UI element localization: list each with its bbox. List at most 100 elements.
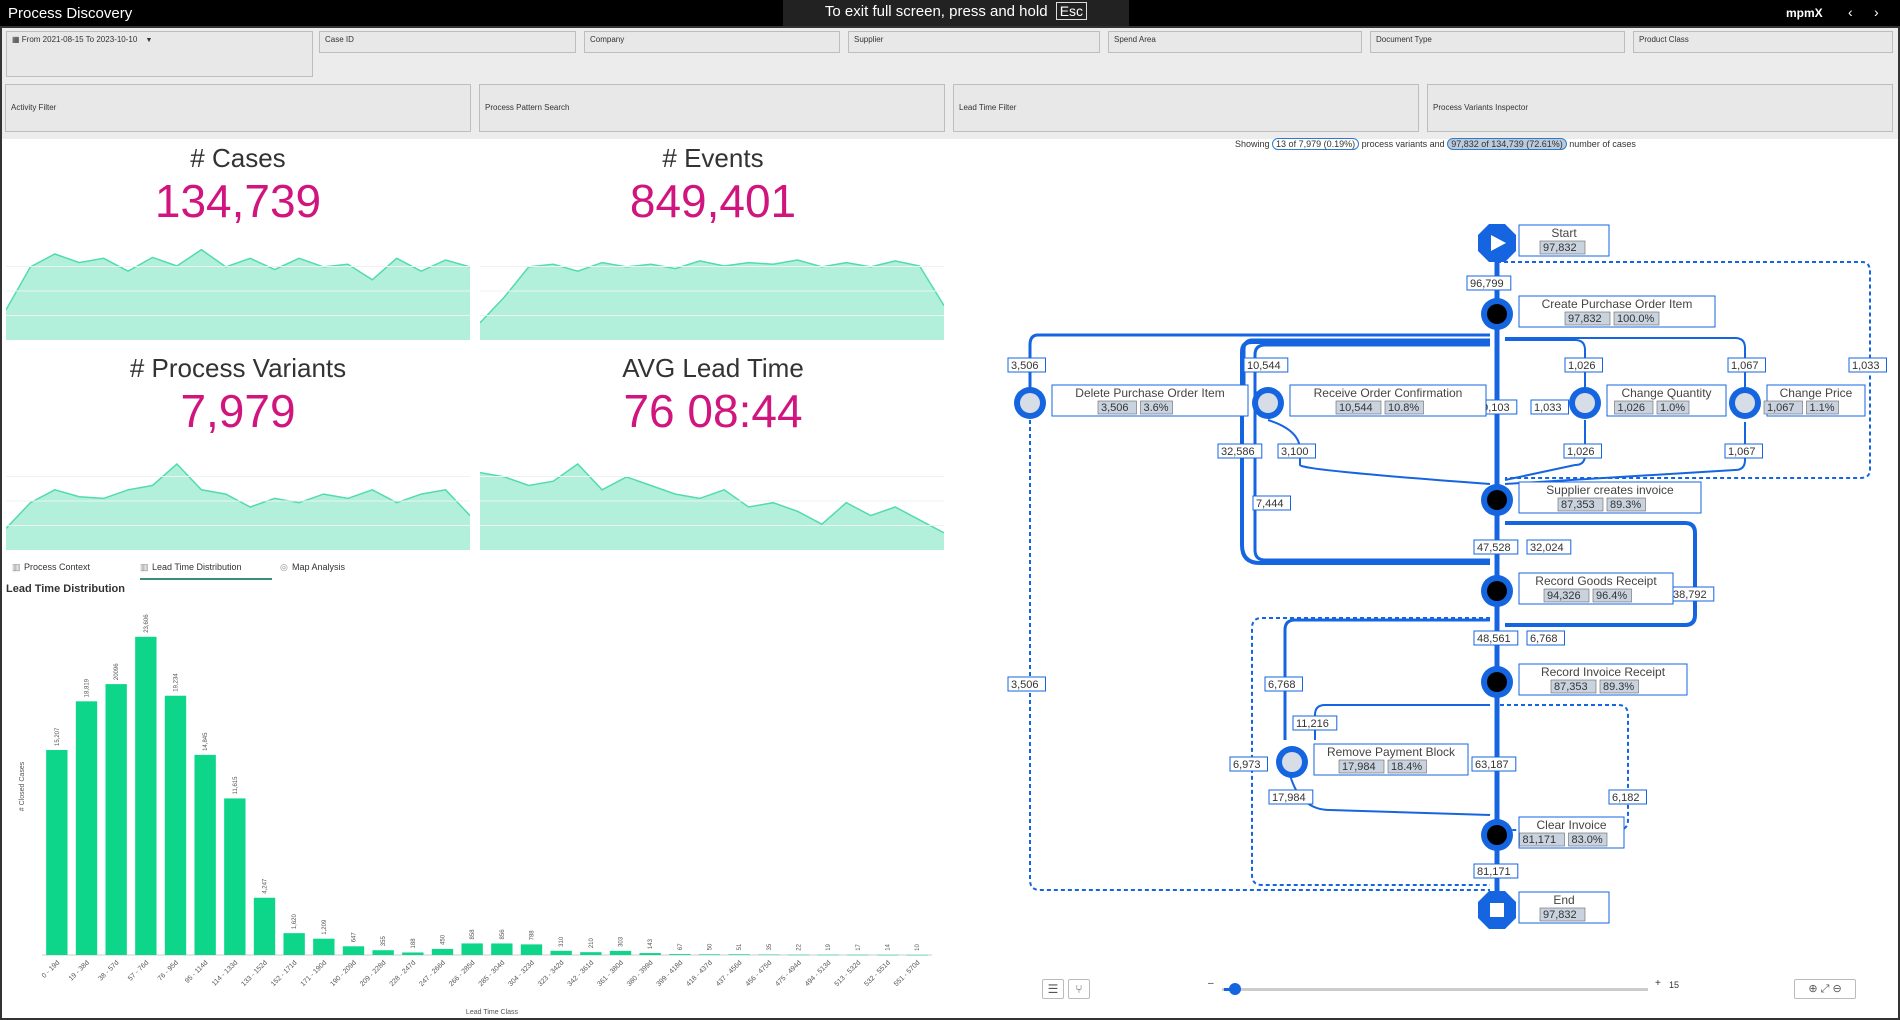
bar-value-label: 143 <box>648 938 654 949</box>
calendar-icon: ▦ <box>12 35 20 44</box>
bar-value-label: 50 <box>708 943 714 950</box>
node-metric: 97,832 <box>1543 909 1577 921</box>
bar-value-label: 19,234 <box>174 673 180 692</box>
node-name: End <box>1553 893 1574 907</box>
variant-slider-track[interactable] <box>1222 988 1648 991</box>
process-pattern-search-panel[interactable]: Process Pattern Search <box>479 84 945 132</box>
kpi-avg-lead-time: AVG Lead Time 76 08:44 <box>478 353 948 438</box>
edge-count-label: 6,768 <box>1268 679 1296 691</box>
edge-count-label: 38,792 <box>1673 589 1707 601</box>
zoom-out-icon[interactable]: ⊖ <box>1832 983 1841 995</box>
slider-plus[interactable]: + <box>1655 978 1661 989</box>
node-metric: 18.4% <box>1391 761 1422 773</box>
process-node: Record Goods Receipt 94,326 96.4% <box>1481 572 1674 607</box>
bar-value-label: 647 <box>352 932 358 943</box>
activity-filter-panel[interactable]: Activity Filter <box>5 84 471 132</box>
node-name: Record Invoice Receipt <box>1541 665 1666 679</box>
bar <box>461 943 483 955</box>
variant-slider-handle[interactable] <box>1229 983 1241 995</box>
zoom-in-icon[interactable]: ⊕ <box>1808 983 1817 995</box>
edge-count-label: 17,984 <box>1272 792 1306 804</box>
date-range-filter[interactable]: ▦ From 2021-08-15 To 2023-10-10 ▼ <box>6 31 313 77</box>
filter-document-type[interactable]: Document Type <box>1370 31 1625 53</box>
filter-label: Spend Area <box>1114 35 1156 44</box>
map-view-button[interactable]: ⑂ <box>1068 979 1090 999</box>
edge-count-label: 6,973 <box>1233 759 1261 771</box>
x-tick-label: 171 - 190d <box>300 959 329 988</box>
bar-value-label: 14,845 <box>203 732 209 751</box>
node-name: Supplier creates invoice <box>1546 483 1674 497</box>
x-axis-title: Lead Time Class <box>466 1009 519 1016</box>
node-name: Create Purchase Order Item <box>1542 297 1693 311</box>
node-name: Clear Invoice <box>1536 818 1606 832</box>
sparkline-area <box>480 260 944 340</box>
bar-value-label: 23,606 <box>144 614 150 633</box>
kpi-value: 7,979 <box>180 385 296 437</box>
filter-supplier[interactable]: Supplier <box>848 31 1100 53</box>
tab-lead-time-distribution[interactable]: ▥ Lead Time Distribution <box>140 562 272 580</box>
bar-value-label: 450 <box>441 934 447 945</box>
bar <box>550 950 572 955</box>
bar-value-label: 858 <box>470 929 476 940</box>
variants-pill[interactable]: 13 of 7,979 (0.19%) <box>1272 138 1360 150</box>
nav-next-button[interactable]: › <box>1874 4 1879 20</box>
activity-node-core <box>1735 393 1755 413</box>
bar <box>669 954 691 955</box>
tab-map-analysis[interactable]: ◎ Map Analysis <box>280 562 345 580</box>
lead-time-filter-panel[interactable]: Lead Time Filter <box>953 84 1419 132</box>
y-axis-title: # Closed Cases <box>19 761 26 811</box>
flow-edge <box>1029 420 1490 891</box>
edge-count-label: 3,506 <box>1011 360 1039 372</box>
bar-value-label: 1,620 <box>292 913 298 929</box>
process-node: Record Invoice Receipt 87,353 89.3% <box>1481 663 1688 698</box>
chart-title: Lead Time Distribution <box>6 583 125 595</box>
map-icon: ◎ <box>280 562 288 572</box>
variants-text: process variants and <box>1361 139 1445 149</box>
filter-company[interactable]: Company <box>584 31 840 53</box>
flow-edge <box>1497 261 1871 479</box>
node-name: Record Goods Receipt <box>1535 574 1657 588</box>
filter-case-id[interactable]: Case ID <box>319 31 576 53</box>
nav-prev-button[interactable]: ‹ <box>1848 4 1853 20</box>
filter-label: Supplier <box>854 35 884 44</box>
filter-spend-area[interactable]: Spend Area <box>1108 31 1362 53</box>
bar-value-label: 310 <box>559 936 565 947</box>
tab-label: Lead Time Distribution <box>152 562 242 572</box>
kpi-cases: # Cases 134,739 <box>3 143 473 228</box>
edge-count-label: 32,024 <box>1530 542 1564 554</box>
process-variants-inspector-panel[interactable]: Process Variants Inspector <box>1427 84 1893 132</box>
kpi-label: # Cases <box>190 143 286 173</box>
process-node: Create Purchase Order Item 97,832 100.0% <box>1481 295 1716 330</box>
x-tick-label: 361 - 380d <box>596 959 625 988</box>
panel-label: Process Variants Inspector <box>1433 103 1529 112</box>
x-tick-label: 95 - 114d <box>184 959 210 985</box>
x-tick-label: 551 - 570d <box>893 959 922 988</box>
x-tick-label: 437 - 456d <box>715 959 744 988</box>
edge-count-label: 1,026 <box>1567 446 1595 458</box>
bar <box>253 897 276 955</box>
x-tick-label: 342 - 361d <box>567 959 596 988</box>
process-node: Supplier creates invoice 87,353 89.3% <box>1481 481 1702 516</box>
bar <box>135 636 157 955</box>
edge-count-label: 1,026 <box>1568 360 1596 372</box>
bar <box>46 750 68 955</box>
bar-value-label: 303 <box>619 936 625 947</box>
node-metric: 10.8% <box>1388 402 1419 414</box>
list-view-button[interactable]: ☰ <box>1042 979 1064 999</box>
stop-icon <box>1490 903 1504 917</box>
edge-count-label: 6,768 <box>1530 633 1558 645</box>
tab-process-context[interactable]: ▥ Process Context <box>12 562 90 580</box>
sparkline-cases <box>6 248 470 340</box>
node-metric: 81,171 <box>1523 834 1557 846</box>
bar-value-label: 51 <box>737 943 743 950</box>
fullscreen-notice-text: To exit full screen, press and hold <box>824 3 1048 20</box>
slider-minus[interactable]: – <box>1208 978 1214 989</box>
date-range-label: From 2021-08-15 To 2023-10-10 <box>21 35 138 44</box>
edge-count-label: 1,033 <box>1852 360 1880 372</box>
x-tick-label: 494 - 513d <box>804 959 833 988</box>
filter-product-class[interactable]: Product Class <box>1633 31 1893 53</box>
fit-screen-icon[interactable]: ⤢ <box>1821 983 1830 995</box>
x-tick-label: 304 - 323d <box>507 959 536 988</box>
cases-pill[interactable]: 97,832 of 134,739 (72.61%) <box>1447 138 1567 150</box>
bar <box>847 954 869 956</box>
